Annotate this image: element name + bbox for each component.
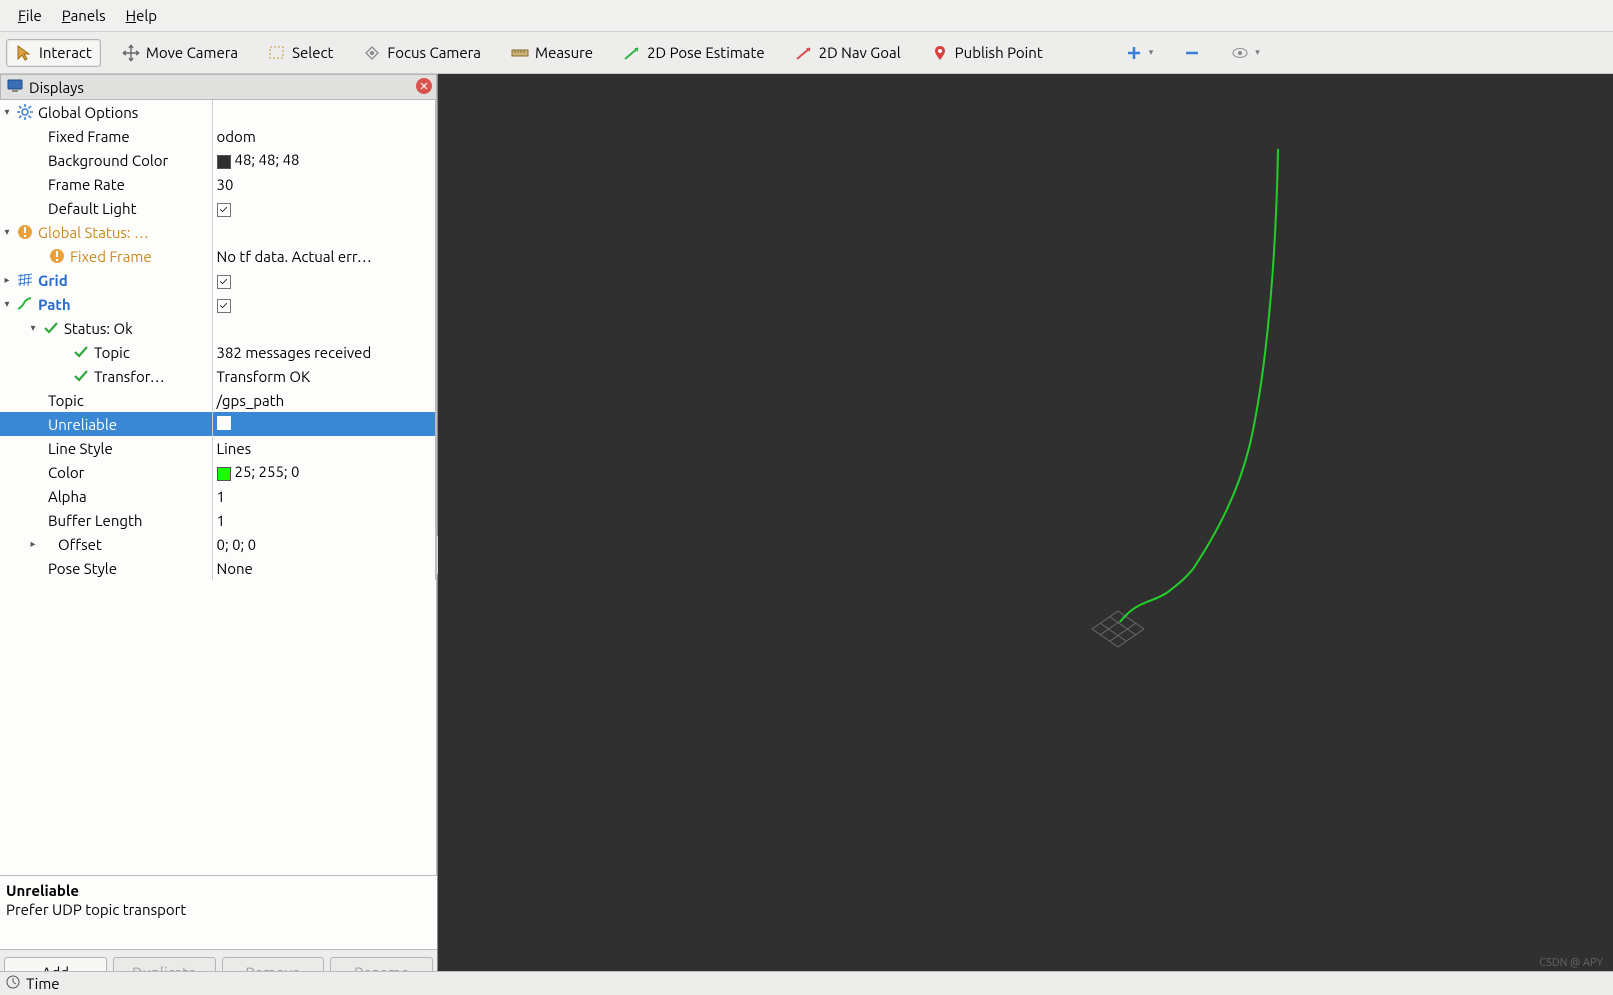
close-panel-button[interactable]: ✕	[416, 78, 432, 94]
nav-goal-label: 2D Nav Goal	[819, 44, 901, 61]
move-camera-button[interactable]: Move Camera	[113, 39, 247, 67]
3d-viewport[interactable]: CSDN @ APY	[438, 74, 1613, 995]
menu-panels[interactable]: Panels	[52, 3, 116, 28]
eye-icon	[1231, 44, 1249, 62]
path-color-chip[interactable]	[217, 467, 231, 481]
row-background-color[interactable]: Background Color 48; 48; 48	[0, 148, 436, 172]
desc-body: Prefer UDP topic transport	[6, 901, 431, 918]
select-label: Select	[292, 44, 333, 61]
viewport-svg	[438, 74, 1613, 995]
bg-color-chip[interactable]	[217, 155, 231, 169]
menu-file[interactable]: File	[8, 3, 52, 28]
default-light-checkbox[interactable]: ✓	[217, 203, 231, 217]
move-camera-label: Move Camera	[146, 44, 238, 61]
focus-camera-icon	[363, 44, 381, 62]
path-icon	[16, 295, 34, 313]
minus-icon	[1183, 44, 1201, 62]
gear-icon	[16, 103, 34, 121]
dropdown-icon: ▾	[1149, 47, 1154, 58]
grid-visible-checkbox[interactable]: ✓	[217, 275, 231, 289]
pose-arrow-icon	[623, 44, 641, 62]
measure-button[interactable]: Measure	[502, 39, 602, 67]
bottom-bar: Time	[0, 971, 1613, 995]
row-default-light[interactable]: Default Light ✓	[0, 196, 436, 220]
row-offset[interactable]: ▸Offset 0; 0; 0	[0, 532, 436, 556]
row-line-style[interactable]: Line Style Lines	[0, 436, 436, 460]
topic-value[interactable]: /gps_path	[217, 392, 285, 409]
menu-bar: File Panels Help	[0, 0, 1613, 32]
views-button[interactable]: ▾	[1222, 39, 1269, 67]
interact-label: Interact	[39, 44, 92, 61]
row-color[interactable]: Color 25; 255; 0	[0, 460, 436, 484]
row-path[interactable]: ▾Path ✓	[0, 292, 436, 316]
property-tree[interactable]: ▾Global Options Fixed Frame odom Backgro…	[0, 100, 437, 875]
grid-icon	[16, 271, 34, 289]
main-area: Displays ✕ ▾Global Options Fixed Frame o…	[0, 74, 1613, 995]
measure-label: Measure	[535, 44, 593, 61]
property-description: Unreliable Prefer UDP topic transport	[0, 875, 437, 949]
warning-icon	[48, 247, 66, 265]
row-buffer-length[interactable]: Buffer Length 1	[0, 508, 436, 532]
row-topic[interactable]: Topic /gps_path	[0, 388, 436, 412]
move-camera-icon	[122, 44, 140, 62]
row-grid[interactable]: ▸Grid ✓	[0, 268, 436, 292]
row-status-ok[interactable]: ▾Status: Ok	[0, 316, 436, 340]
menu-help[interactable]: Help	[116, 3, 167, 28]
toolbar: Interact Move Camera Select Focus Camera…	[0, 32, 1613, 74]
unreliable-checkbox[interactable]	[217, 416, 231, 430]
row-alpha[interactable]: Alpha 1	[0, 484, 436, 508]
clock-icon	[6, 975, 20, 992]
interact-button[interactable]: Interact	[6, 39, 101, 67]
path-visible-checkbox[interactable]: ✓	[217, 299, 231, 313]
grid-origin	[1092, 611, 1144, 647]
row-global-status[interactable]: ▾Global Status: …	[0, 220, 436, 244]
select-icon	[268, 44, 286, 62]
gps-path-line	[1120, 149, 1278, 622]
watermark: CSDN @ APY	[1539, 957, 1603, 969]
row-gs-fixed-frame[interactable]: Fixed Frame No tf data. Actual err…	[0, 244, 436, 268]
publish-point-label: Publish Point	[955, 44, 1043, 61]
ruler-icon	[511, 44, 529, 62]
nav-goal-button[interactable]: 2D Nav Goal	[786, 39, 910, 67]
publish-point-button[interactable]: Publish Point	[922, 39, 1052, 67]
row-frame-rate[interactable]: Frame Rate 30	[0, 172, 436, 196]
cursor-icon	[15, 44, 33, 62]
row-status-topic[interactable]: Topic 382 messages received	[0, 340, 436, 364]
focus-camera-label: Focus Camera	[387, 44, 481, 61]
desc-title: Unreliable	[6, 882, 431, 899]
row-global-options[interactable]: ▾Global Options	[0, 100, 436, 124]
row-status-transform[interactable]: Transfor… Transform OK	[0, 364, 436, 388]
displays-panel: Displays ✕ ▾Global Options Fixed Frame o…	[0, 74, 438, 995]
panel-title-text: Displays	[29, 79, 84, 96]
select-button[interactable]: Select	[259, 39, 342, 67]
check-icon	[42, 319, 60, 337]
row-pose-style[interactable]: Pose Style None	[0, 556, 436, 580]
check-icon	[72, 367, 90, 385]
check-icon	[72, 343, 90, 361]
fixed-frame-value[interactable]: odom	[217, 128, 256, 145]
warning-icon	[16, 223, 34, 241]
add-display-button[interactable]: ▾	[1116, 39, 1163, 67]
pose-estimate-label: 2D Pose Estimate	[647, 44, 765, 61]
time-label: Time	[26, 975, 60, 992]
pin-icon	[931, 44, 949, 62]
row-fixed-frame[interactable]: Fixed Frame odom	[0, 124, 436, 148]
dropdown-icon: ▾	[1255, 47, 1260, 58]
focus-camera-button[interactable]: Focus Camera	[354, 39, 490, 67]
remove-display-button[interactable]	[1174, 39, 1210, 67]
panel-title-bar[interactable]: Displays ✕	[0, 74, 437, 100]
monitor-icon	[7, 78, 23, 97]
row-unreliable[interactable]: Unreliable	[0, 412, 436, 436]
pose-estimate-button[interactable]: 2D Pose Estimate	[614, 39, 774, 67]
plus-icon	[1125, 44, 1143, 62]
nav-arrow-icon	[795, 44, 813, 62]
